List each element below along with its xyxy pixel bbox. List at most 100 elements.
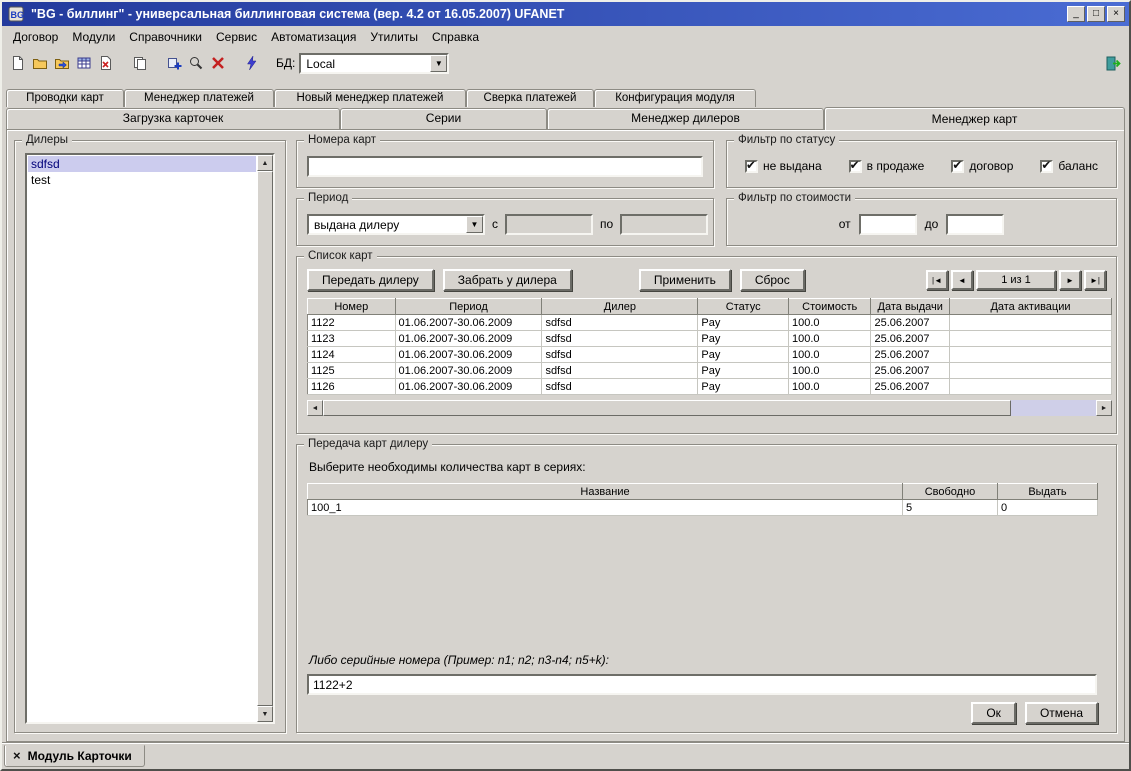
- table-cell: sdfsd: [542, 347, 698, 363]
- import-folder-icon[interactable]: [52, 53, 72, 73]
- status-checkbox-4[interactable]: ✔баланс: [1040, 159, 1098, 173]
- column-header[interactable]: Выдать: [998, 484, 1098, 500]
- cost-to-input[interactable]: [946, 214, 1004, 235]
- period-type-select[interactable]: выдана дилеру ▼: [307, 214, 485, 235]
- scrollbar-thumb[interactable]: [323, 400, 1011, 416]
- serial-numbers-input[interactable]: [307, 674, 1097, 695]
- reset-button[interactable]: Сброс: [740, 269, 805, 291]
- status-checkbox-2[interactable]: ✔в продаже: [849, 159, 925, 173]
- page-indicator: 1 из 1: [976, 270, 1056, 290]
- delete-document-icon[interactable]: [96, 53, 116, 73]
- maximize-icon[interactable]: □: [1087, 6, 1105, 22]
- table-row[interactable]: 112601.06.2007-30.06.2009sdfsdPay100.025…: [308, 379, 1112, 395]
- serial-numbers-label: Либо серийные номера (Пример: n1; n2; n3…: [307, 653, 1106, 667]
- module-tab-cards[interactable]: × Модуль Карточки: [4, 745, 145, 767]
- period-from-input[interactable]: [505, 214, 593, 235]
- menu-item-1[interactable]: Договор: [6, 28, 65, 46]
- ok-button[interactable]: Ок: [971, 702, 1016, 724]
- refresh-icon[interactable]: [242, 53, 262, 73]
- transfer-hint: Выберите необходимы количества карт в се…: [307, 457, 1106, 476]
- dealers-list[interactable]: sdfsdtest ▲ ▼: [25, 153, 275, 724]
- new-document-icon[interactable]: [8, 53, 28, 73]
- table-cell: Pay: [698, 315, 789, 331]
- checkbox-box: ✔: [849, 160, 862, 173]
- add-record-icon[interactable]: [164, 53, 184, 73]
- column-header[interactable]: Период: [395, 299, 542, 315]
- column-header[interactable]: Статус: [698, 299, 789, 315]
- column-header[interactable]: Дата выдачи: [871, 299, 949, 315]
- menu-item-6[interactable]: Утилиты: [363, 28, 425, 46]
- scrollbar-thumb[interactable]: [257, 171, 273, 706]
- table-row[interactable]: 100_150: [308, 500, 1098, 516]
- minimize-icon[interactable]: _: [1067, 6, 1085, 22]
- db-selected-value: Local: [301, 55, 430, 72]
- column-header[interactable]: Дилер: [542, 299, 698, 315]
- scroll-left-icon[interactable]: ◄: [307, 400, 323, 416]
- db-select[interactable]: Local ▼: [299, 53, 449, 74]
- column-header[interactable]: Название: [308, 484, 903, 500]
- list-item[interactable]: test: [28, 172, 256, 188]
- title-bar[interactable]: BG "BG - биллинг" - универсальная биллин…: [2, 2, 1129, 26]
- table-icon[interactable]: [74, 53, 94, 73]
- table-cell: [949, 331, 1111, 347]
- tab-r2-2[interactable]: Серии: [340, 108, 547, 129]
- checkbox-label: договор: [969, 159, 1013, 173]
- column-header[interactable]: Номер: [308, 299, 396, 315]
- first-page-icon[interactable]: |◄: [926, 270, 948, 290]
- table-row[interactable]: 112201.06.2007-30.06.2009sdfsdPay100.025…: [308, 315, 1112, 331]
- menu-item-3[interactable]: Справочники: [122, 28, 209, 46]
- table-row[interactable]: 112401.06.2007-30.06.2009sdfsdPay100.025…: [308, 347, 1112, 363]
- card-list-title: Список карт: [304, 249, 377, 263]
- status-checkbox-1[interactable]: ✔не выдана: [745, 159, 822, 173]
- copy-icon[interactable]: [130, 53, 150, 73]
- menu-item-7[interactable]: Справка: [425, 28, 486, 46]
- check-icon: ✔: [746, 158, 756, 172]
- tab-r1-5[interactable]: Конфигурация модуля: [594, 89, 756, 107]
- close-module-icon[interactable]: ×: [13, 750, 21, 762]
- tab-r1-2[interactable]: Менеджер платежей: [124, 89, 274, 107]
- next-page-icon[interactable]: ►: [1059, 270, 1081, 290]
- chevron-down-icon[interactable]: ▼: [430, 55, 447, 72]
- cards-hscrollbar[interactable]: ◄ ►: [307, 400, 1112, 416]
- apply-button[interactable]: Применить: [639, 269, 731, 291]
- menu-item-2[interactable]: Модули: [65, 28, 122, 46]
- status-checkbox-3[interactable]: ✔договор: [951, 159, 1013, 173]
- card-numbers-input[interactable]: [307, 156, 703, 177]
- tab-r1-3[interactable]: Новый менеджер платежей: [274, 89, 466, 107]
- scroll-down-icon[interactable]: ▼: [257, 706, 273, 722]
- dealers-scrollbar[interactable]: ▲ ▼: [257, 155, 273, 722]
- table-row[interactable]: 112501.06.2007-30.06.2009sdfsdPay100.025…: [308, 363, 1112, 379]
- menu-item-4[interactable]: Сервис: [209, 28, 264, 46]
- window-title: "BG - биллинг" - универсальная биллингов…: [31, 7, 1062, 21]
- exit-icon[interactable]: [1103, 53, 1123, 73]
- scroll-right-icon[interactable]: ►: [1096, 400, 1112, 416]
- cost-from-input[interactable]: [859, 214, 917, 235]
- column-header[interactable]: Свободно: [903, 484, 998, 500]
- tab-r2-3[interactable]: Менеджер дилеров: [547, 108, 824, 129]
- table-cell: Pay: [698, 347, 789, 363]
- delete-record-icon[interactable]: [208, 53, 228, 73]
- tab-r1-4[interactable]: Сверка платежей: [466, 89, 594, 107]
- open-folder-icon[interactable]: [30, 53, 50, 73]
- table-cell: 100.0: [788, 331, 871, 347]
- table-row[interactable]: 112301.06.2007-30.06.2009sdfsdPay100.025…: [308, 331, 1112, 347]
- take-from-dealer-button[interactable]: Забрать у дилера: [443, 269, 572, 291]
- chevron-down-icon[interactable]: ▼: [466, 216, 483, 233]
- tab-r2-4[interactable]: Менеджер карт: [824, 107, 1125, 130]
- menu-item-5[interactable]: Автоматизация: [264, 28, 363, 46]
- table-cell: sdfsd: [542, 315, 698, 331]
- previous-page-icon[interactable]: ◄: [951, 270, 973, 290]
- cancel-button[interactable]: Отмена: [1025, 702, 1098, 724]
- scroll-up-icon[interactable]: ▲: [257, 155, 273, 171]
- column-header[interactable]: Стоимость: [788, 299, 871, 315]
- close-icon[interactable]: ×: [1107, 6, 1125, 22]
- tab-r2-1[interactable]: Загрузка карточек: [6, 108, 340, 129]
- find-edit-icon[interactable]: [186, 53, 206, 73]
- tab-r1-1[interactable]: Проводки карт: [6, 89, 124, 107]
- list-item[interactable]: sdfsd: [28, 156, 256, 172]
- scrollbar-track[interactable]: [1011, 400, 1096, 416]
- column-header[interactable]: Дата активации: [949, 299, 1111, 315]
- period-to-input[interactable]: [620, 214, 708, 235]
- last-page-icon[interactable]: ►|: [1084, 270, 1106, 290]
- transfer-to-dealer-button[interactable]: Передать дилеру: [307, 269, 434, 291]
